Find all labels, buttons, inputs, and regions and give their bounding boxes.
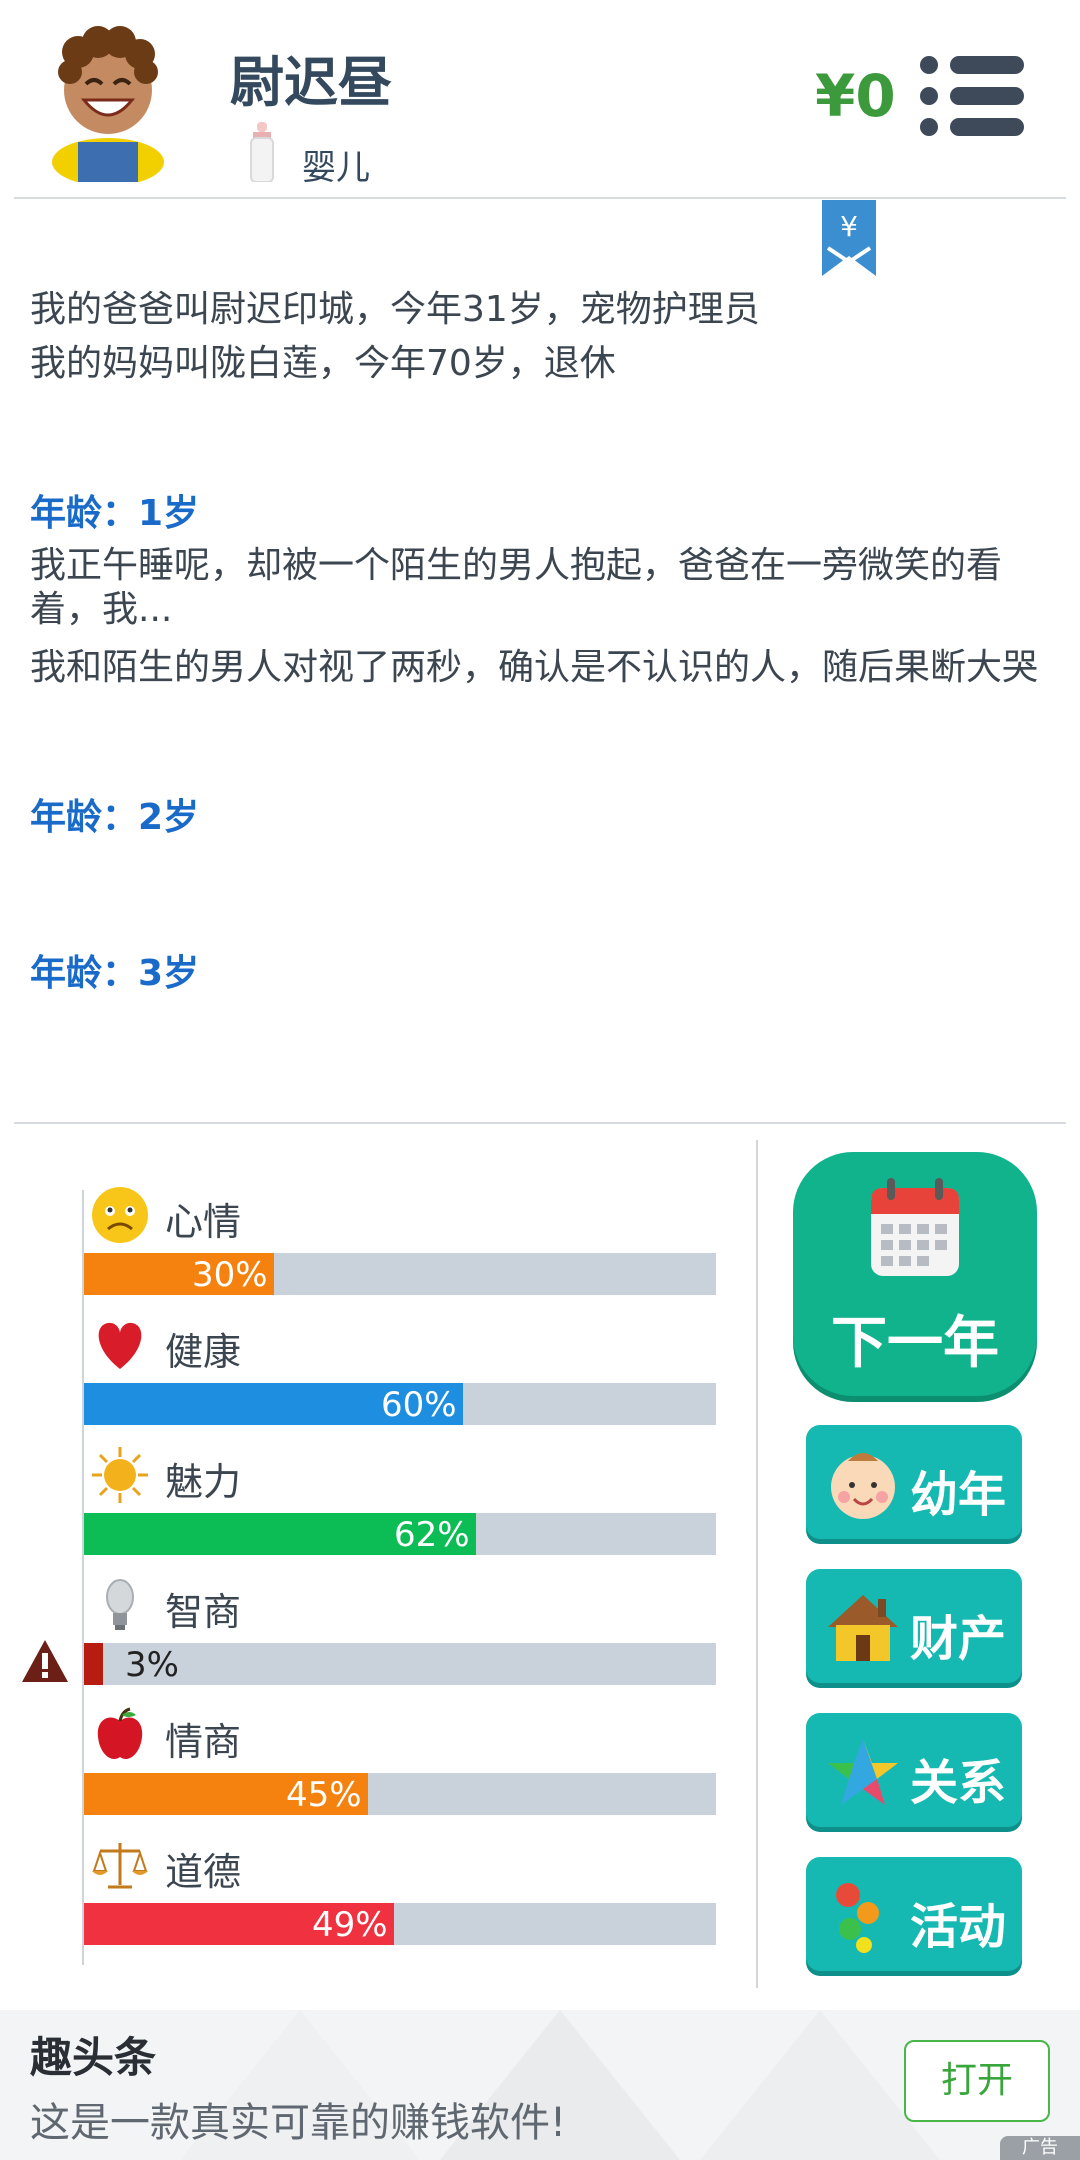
ad-title: 趣头条	[30, 2033, 157, 2082]
stat-label: 情商	[165, 1720, 242, 1764]
lightbulb-icon	[106, 1579, 134, 1630]
ad-banner[interactable]: 趣头条 这是一款真实可靠的赚钱软件! 打开 广告	[0, 2010, 1080, 2160]
story-line: 我正午睡呢，却被一个陌生的男人抱起，爸爸在一旁微笑的看着，我...	[30, 545, 1003, 630]
baby-bottle-icon	[250, 122, 274, 182]
story-line: 我的妈妈叫陇白莲，今年70岁，退休	[30, 343, 616, 384]
age-heading: 年龄：2岁	[30, 797, 200, 838]
apple-icon	[97, 1707, 143, 1759]
stat-bar-fill	[84, 1643, 103, 1685]
property-button[interactable]: 财产	[806, 1569, 1022, 1683]
ad-tag: 广告	[1000, 2136, 1080, 2160]
menu-icon[interactable]	[920, 56, 1024, 136]
stat-percent: 30%	[192, 1255, 268, 1295]
avatar[interactable]	[48, 12, 168, 182]
stat-bar-track: 49%	[84, 1903, 716, 1945]
activity-dots-icon	[836, 1883, 879, 1953]
stat-label: 健康	[165, 1330, 242, 1374]
menu-bar	[950, 118, 1024, 136]
activities-label: 活动	[910, 1899, 1007, 1955]
life-stage-label: 婴儿	[302, 148, 370, 188]
relations-label: 关系	[910, 1755, 1007, 1811]
star-icon	[828, 1739, 898, 1805]
relations-button[interactable]: 关系	[806, 1713, 1022, 1827]
sad-face-icon	[92, 1187, 148, 1243]
next-year-label: 下一年	[831, 1311, 999, 1376]
story-log: 我的爸爸叫尉迟印城，今年31岁，宠物护理员 我的妈妈叫陇白莲，今年70岁，退休 …	[30, 280, 1050, 996]
stat-percent: 49%	[312, 1905, 388, 1945]
stat-label: 魅力	[165, 1460, 242, 1504]
stat-bar-track: 3%	[84, 1643, 716, 1685]
menu-bar	[950, 87, 1024, 105]
stats-axis	[82, 1190, 84, 1965]
age-heading: 年龄：3岁	[30, 953, 200, 994]
house-icon	[828, 1595, 898, 1661]
stat-percent: 3%	[125, 1645, 179, 1685]
ad-description: 这是一款真实可靠的赚钱软件!	[30, 2100, 567, 2146]
heart-icon	[98, 1322, 142, 1369]
panel-separator	[756, 1140, 758, 1988]
stat-percent: 60%	[381, 1385, 457, 1425]
stat-label: 心情	[165, 1200, 242, 1244]
stat-bar-track: 45%	[84, 1773, 716, 1815]
stat-label: 道德	[165, 1850, 242, 1894]
age-heading: 年龄：1岁	[30, 493, 200, 534]
next-year-button[interactable]: 下一年	[793, 1152, 1037, 1396]
calendar-icon	[871, 1178, 959, 1276]
story-divider	[14, 1122, 1066, 1124]
stat-bar-track: 62%	[84, 1513, 716, 1555]
stat-percent: 62%	[394, 1515, 470, 1555]
menu-bar	[950, 56, 1024, 74]
ad-open-button[interactable]: 打开	[904, 2040, 1050, 2122]
bookmark-symbol: ¥	[840, 210, 858, 243]
header: 尉迟昼 婴儿 ¥0	[0, 0, 1080, 198]
header-divider	[14, 197, 1066, 199]
warning-icon	[22, 1640, 68, 1682]
property-label: 财产	[910, 1611, 1007, 1667]
sun-icon	[92, 1447, 148, 1503]
player-name: 尉迟昼	[230, 51, 392, 114]
menu-dot	[920, 87, 938, 105]
story-line: 我的爸爸叫尉迟印城，今年31岁，宠物护理员	[30, 289, 760, 330]
stat-bar-track: 60%	[84, 1383, 716, 1425]
bookmark-icon[interactable]: ¥	[822, 200, 876, 276]
childhood-label: 幼年	[910, 1467, 1007, 1523]
childhood-button[interactable]: 幼年	[806, 1425, 1022, 1539]
stat-percent: 45%	[286, 1775, 362, 1815]
stat-label: 智商	[165, 1590, 242, 1634]
activities-button[interactable]: 活动	[806, 1857, 1022, 1971]
baby-face-icon	[831, 1453, 895, 1519]
menu-dot	[920, 56, 938, 74]
money-balance: ¥0	[815, 62, 896, 130]
stat-bar-track: 30%	[84, 1253, 716, 1295]
story-line: 我和陌生的男人对视了两秒，确认是不认识的人，随后果断大哭	[30, 647, 1039, 688]
scales-icon	[92, 1843, 148, 1889]
menu-dot	[920, 118, 938, 136]
